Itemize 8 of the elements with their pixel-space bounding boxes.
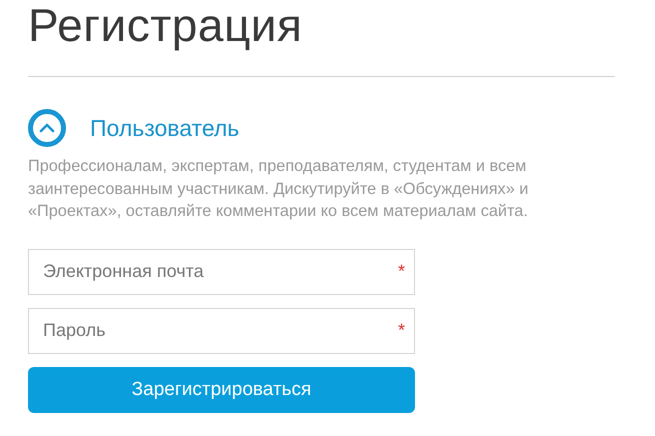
register-button[interactable]: Зарегистрироваться (28, 366, 415, 412)
section-description: Профессионалам, экспертам, преподавателям, студентам и всем заинтересованным участникам. Дискутируйте в «Обсуждениях» и «Проектах», оставляйте комментарии ко всем материалам сайта. (28, 156, 530, 222)
collapse-toggle[interactable] (28, 109, 66, 147)
section-heading: Пользователь (90, 114, 240, 142)
page-title: Регистрация (28, 0, 304, 53)
required-mark: * (398, 260, 405, 282)
chevron-icon (39, 123, 55, 133)
required-mark: * (398, 320, 405, 340)
